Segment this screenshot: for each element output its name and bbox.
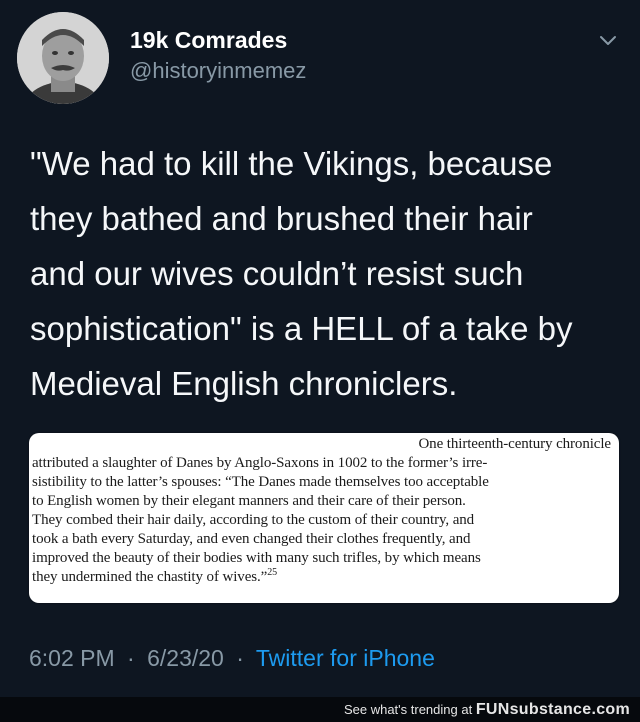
- excerpt-line: to English women by their elegant manner…: [32, 493, 466, 509]
- tweet-line: and our wives couldn’t resist such: [30, 255, 524, 292]
- tweet-line: "We had to kill the Vikings, because: [30, 145, 553, 182]
- tweet-text: "We had to kill the Vikings, because the…: [30, 136, 630, 411]
- excerpt-line: One thirteenth-century chronicle: [418, 436, 611, 452]
- attached-image[interactable]: One thirteenth-century chronicle attribu…: [29, 433, 619, 603]
- meta-separator: ·: [236, 645, 244, 671]
- avatar[interactable]: [17, 12, 109, 104]
- tweet-line: sophistication" is a HELL of a take by: [30, 310, 573, 347]
- watermark-prefix: See what's trending at: [343, 702, 473, 717]
- watermark-brand: FUNsubstance.com: [475, 701, 630, 718]
- tweet-metadata: 6:02 PM · 6/23/20 · Twitter for iPhone: [29, 645, 435, 672]
- excerpt-line: improved the beauty of their bodies with…: [32, 550, 481, 566]
- book-excerpt: One thirteenth-century chronicle attribu…: [29, 433, 619, 603]
- tweet-line: they bathed and brushed their hair: [30, 200, 533, 237]
- user-handle[interactable]: @historyinmemez: [130, 58, 306, 84]
- footnote-marker: 25: [267, 567, 278, 578]
- watermark: See what's trending at FUNsubstance.com: [344, 701, 630, 719]
- excerpt-line: sistibility to the latter’s spouses: “Th…: [32, 474, 489, 490]
- avatar-portrait: [17, 12, 109, 104]
- meta-separator: ·: [127, 645, 135, 671]
- tweet-date[interactable]: 6/23/20: [147, 645, 224, 671]
- excerpt-line-text: they undermined the chastity of wives.”: [32, 569, 268, 585]
- excerpt-line: They combed their hair daily, according …: [32, 512, 475, 528]
- tweet-time[interactable]: 6:02 PM: [29, 645, 115, 671]
- excerpt-line-last: they undermined the chastity of wives.”2…: [32, 567, 278, 586]
- chevron-down-icon[interactable]: [596, 28, 620, 52]
- tweet-line: Medieval English chroniclers.: [30, 365, 458, 402]
- tweet-client-link[interactable]: Twitter for iPhone: [256, 645, 435, 671]
- excerpt-line: attributed a slaughter of Danes by Anglo…: [32, 455, 488, 471]
- display-name[interactable]: 19k Comrades: [130, 27, 287, 54]
- excerpt-line: took a bath every Saturday, and even cha…: [32, 531, 471, 547]
